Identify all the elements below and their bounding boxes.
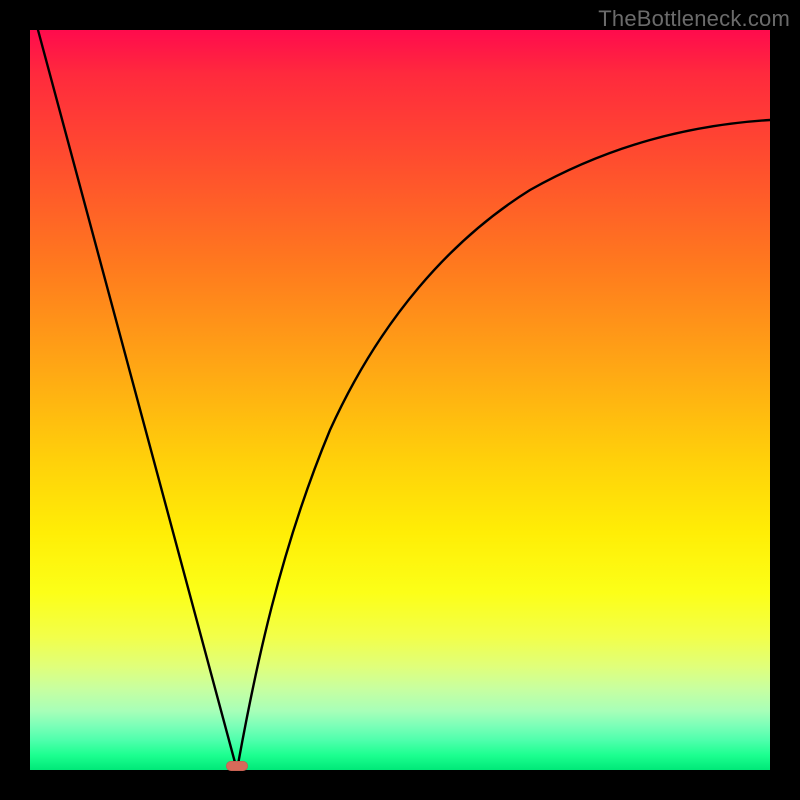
plot-area	[30, 30, 770, 770]
chart-frame: TheBottleneck.com	[0, 0, 800, 800]
bottleneck-curve	[30, 30, 770, 770]
watermark-text: TheBottleneck.com	[598, 6, 790, 32]
curve-left-branch	[38, 30, 237, 770]
curve-right-branch	[237, 120, 770, 770]
valley-marker	[226, 761, 248, 771]
